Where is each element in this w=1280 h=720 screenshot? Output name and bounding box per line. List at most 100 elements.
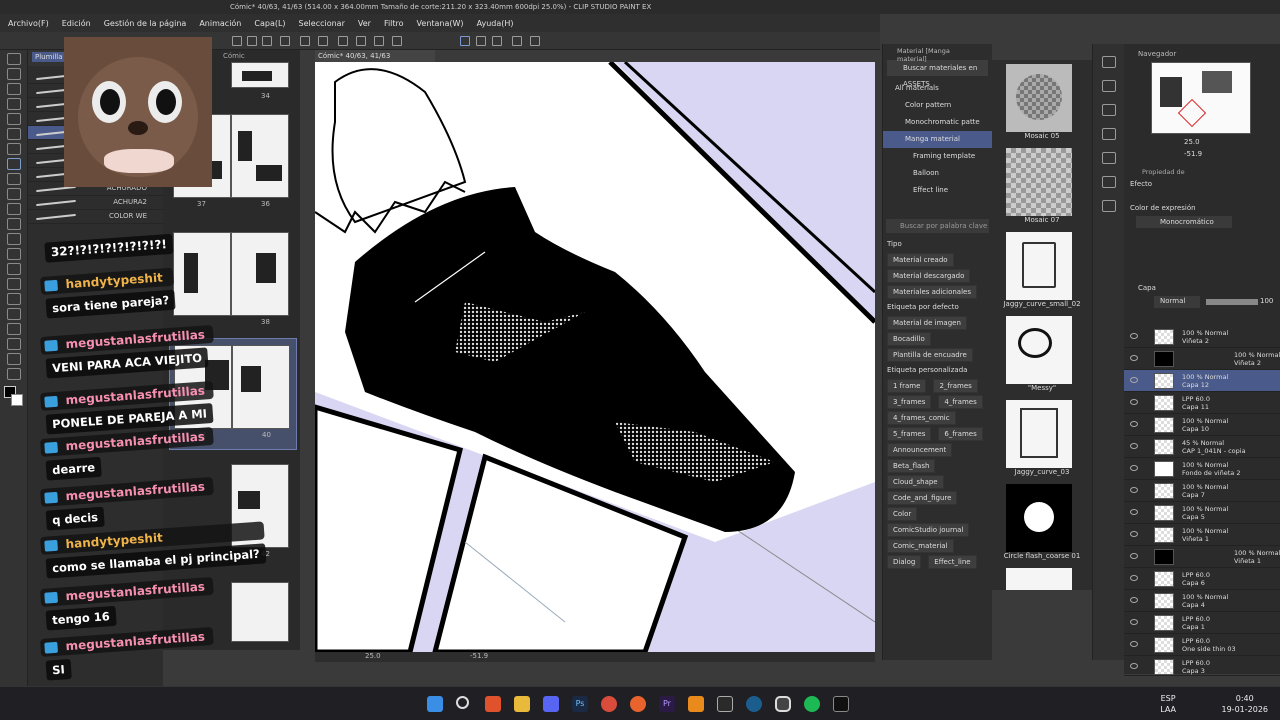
pen-tool-icon[interactable] bbox=[7, 158, 21, 170]
photoshop-icon[interactable]: Ps bbox=[572, 696, 588, 712]
menu-gestion-pagina[interactable]: Gestión de la página bbox=[104, 19, 187, 28]
layer-row[interactable]: 100 % Normal Capa 7 bbox=[1124, 480, 1280, 502]
selection-tool-icon[interactable] bbox=[7, 113, 21, 125]
redo-icon[interactable] bbox=[318, 36, 328, 46]
layer-row[interactable]: LPP 60.0 Capa 1 bbox=[1124, 612, 1280, 634]
search-icon[interactable] bbox=[456, 696, 469, 709]
search-layer-icon[interactable] bbox=[1102, 128, 1116, 140]
tree-all-materials[interactable]: All materials bbox=[883, 80, 992, 97]
layer-row[interactable]: 100 % Normal Capa 10 bbox=[1124, 414, 1280, 436]
rotation-value[interactable]: -51.9 bbox=[470, 652, 488, 660]
tag[interactable]: Bocadillo bbox=[887, 332, 931, 346]
brush-item[interactable]: ACHURA2 bbox=[28, 196, 163, 210]
discord-icon[interactable] bbox=[543, 696, 559, 712]
layer-row[interactable]: LPP 60.0 Capa 6 bbox=[1124, 568, 1280, 590]
operation-tool-icon[interactable] bbox=[7, 83, 21, 95]
menu-archivo[interactable]: Archivo(F) bbox=[8, 19, 49, 28]
chrome-icon[interactable] bbox=[601, 696, 617, 712]
menu-ver[interactable]: Ver bbox=[358, 19, 371, 28]
drawing-canvas[interactable] bbox=[315, 62, 875, 652]
tree-balloon[interactable]: Balloon bbox=[883, 165, 992, 182]
export-icon[interactable] bbox=[280, 36, 290, 46]
material-thumb[interactable] bbox=[1006, 568, 1072, 590]
layer-row[interactable]: LPP 60.0 One side thin 03 bbox=[1124, 634, 1280, 656]
save-icon[interactable] bbox=[262, 36, 272, 46]
vlc-icon[interactable] bbox=[688, 696, 704, 712]
ruler-tool-icon[interactable] bbox=[7, 323, 21, 335]
menu-filtro[interactable]: Filtro bbox=[384, 19, 404, 28]
tag[interactable]: Material creado bbox=[887, 253, 954, 267]
color-wheel-icon[interactable] bbox=[1102, 152, 1116, 164]
sub-color-swatch[interactable] bbox=[11, 394, 23, 406]
open-icon[interactable] bbox=[247, 36, 257, 46]
tag[interactable]: 4_frames bbox=[938, 395, 983, 409]
menu-seleccionar[interactable]: Seleccionar bbox=[299, 19, 345, 28]
explorer-icon[interactable] bbox=[514, 696, 530, 712]
figure-tool-icon[interactable] bbox=[7, 293, 21, 305]
clipstudio-icon[interactable] bbox=[775, 696, 791, 712]
material-thumb[interactable] bbox=[1006, 64, 1072, 132]
clear-icon[interactable] bbox=[356, 36, 366, 46]
text-tool-icon[interactable] bbox=[7, 338, 21, 350]
search-assets-button[interactable]: Buscar materiales en ASSETS bbox=[887, 60, 988, 88]
tag[interactable]: Materiales adicionales bbox=[887, 285, 977, 299]
spotify-icon[interactable] bbox=[804, 696, 820, 712]
settings-icon[interactable] bbox=[530, 36, 540, 46]
layer-folder-row[interactable]: 100 % Normal Viñeta 1 bbox=[1124, 546, 1280, 568]
balloon-tool-icon[interactable] bbox=[7, 353, 21, 365]
hand-tool-icon[interactable] bbox=[7, 68, 21, 80]
tag[interactable]: Cloud_shape bbox=[887, 475, 944, 489]
tag[interactable]: Beta_flash bbox=[887, 459, 936, 473]
material-thumb[interactable] bbox=[1006, 316, 1072, 384]
layer-row[interactable]: 100 % Normal Capa 4 bbox=[1124, 590, 1280, 612]
tree-framing-template[interactable]: Framing template bbox=[883, 148, 992, 165]
eyedropper-tool-icon[interactable] bbox=[7, 143, 21, 155]
airbrush-tool-icon[interactable] bbox=[7, 203, 21, 215]
correct-line-tool-icon[interactable] bbox=[7, 368, 21, 380]
keyword-search-input[interactable]: Buscar por palabra clave bbox=[886, 219, 989, 233]
move-tool-icon[interactable] bbox=[7, 98, 21, 110]
tag[interactable]: Color bbox=[887, 507, 918, 521]
brush-size-icon[interactable] bbox=[512, 36, 522, 46]
layer-icon[interactable] bbox=[1102, 104, 1116, 116]
navigator-angle[interactable]: -51.9 bbox=[1184, 150, 1202, 158]
snap-ruler-icon[interactable] bbox=[460, 36, 470, 46]
eraser-tool-icon[interactable] bbox=[7, 233, 21, 245]
expression-color-select[interactable]: Monocromático bbox=[1136, 216, 1232, 228]
menu-ayuda[interactable]: Ayuda(H) bbox=[477, 19, 514, 28]
tag[interactable]: 3_frames bbox=[887, 395, 932, 409]
brush-item[interactable]: COLOR WE bbox=[28, 210, 163, 224]
zoom-tool-icon[interactable] bbox=[7, 53, 21, 65]
premiere-icon[interactable]: Pr bbox=[659, 696, 675, 712]
layer-folder-row[interactable]: 100 % Normal Viñeta 2 bbox=[1124, 348, 1280, 370]
deselect-icon[interactable] bbox=[338, 36, 348, 46]
tag[interactable]: Material descargado bbox=[887, 269, 971, 283]
windows-icon[interactable] bbox=[427, 696, 443, 712]
tag[interactable]: Material de imagen bbox=[887, 316, 967, 330]
navigator-icon[interactable] bbox=[1102, 56, 1116, 68]
frame-tool-icon[interactable] bbox=[7, 308, 21, 320]
brush-tool-icon[interactable] bbox=[7, 188, 21, 200]
layer-row[interactable]: 100 % Normal Fondo de viñeta 2 bbox=[1124, 458, 1280, 480]
tag[interactable]: ComicStudio journal bbox=[887, 523, 970, 537]
layer-row[interactable]: 45 % Normal CAP 1_041N - copia bbox=[1124, 436, 1280, 458]
layer-row[interactable]: 100 % Normal Capa 5 bbox=[1124, 502, 1280, 524]
navigator-preview[interactable] bbox=[1151, 62, 1251, 134]
snap-special-icon[interactable] bbox=[476, 36, 486, 46]
tag[interactable]: Announcement bbox=[887, 443, 953, 457]
opacity-value[interactable]: 100 bbox=[1260, 297, 1273, 305]
steam-icon[interactable] bbox=[746, 696, 762, 712]
color-set-icon[interactable] bbox=[1102, 176, 1116, 188]
layer-row[interactable]: LPP 60.0 Capa 11 bbox=[1124, 392, 1280, 414]
material-thumb[interactable] bbox=[1006, 148, 1072, 216]
fill-icon[interactable] bbox=[374, 36, 384, 46]
menu-animacion[interactable]: Animación bbox=[199, 19, 241, 28]
sub-tool-tab[interactable]: Plumilla bbox=[32, 52, 66, 62]
tree-effect-line[interactable]: Effect line bbox=[883, 182, 992, 199]
fill-tool-icon[interactable] bbox=[7, 263, 21, 275]
layer-row[interactable]: 100 % Normal Viñeta 2 bbox=[1124, 326, 1280, 348]
material-thumb[interactable] bbox=[1006, 484, 1072, 552]
tag[interactable]: 2_frames bbox=[933, 379, 978, 393]
language-indicator[interactable]: ESP LAA bbox=[1160, 693, 1176, 715]
menu-capa[interactable]: Capa(L) bbox=[254, 19, 285, 28]
